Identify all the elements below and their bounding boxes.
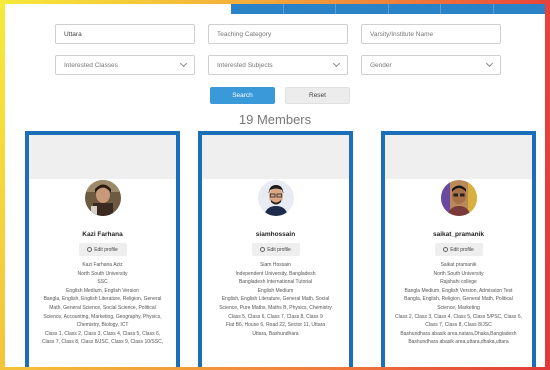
- detail-line: Rajshahi college: [440, 279, 477, 286]
- edit-profile-label: Edit profile: [450, 246, 474, 253]
- nav-item[interactable]: [284, 0, 336, 14]
- interested-subjects-select[interactable]: Interested Subjects: [208, 55, 348, 75]
- detail-line: Bashundhara abasik area,uttara,dhaka,utt…: [408, 339, 509, 346]
- avatar[interactable]: [84, 180, 121, 216]
- gear-icon: [443, 247, 449, 252]
- gear-icon: [260, 247, 266, 252]
- interested-classes-label: Interested Classes: [64, 61, 118, 69]
- detail-line: Class 1, Class 2, Class 3, Class 4, Clas…: [44, 330, 161, 337]
- detail-line: Science, Accounting, Marketing, Geograph…: [43, 313, 162, 320]
- nav-item[interactable]: [441, 0, 494, 14]
- member-card[interactable]: Kazi Farhana Edit profile Kazi Farhana A…: [25, 131, 180, 367]
- nav-item[interactable]: [389, 0, 441, 14]
- member-card[interactable]: saikat_pramanik Edit profile Saikat pram…: [381, 131, 536, 367]
- detail-line: North South University: [433, 270, 484, 277]
- avatar[interactable]: [257, 180, 294, 216]
- teaching-category-input[interactable]: Teaching Category: [208, 24, 348, 44]
- card-cover: [202, 135, 349, 179]
- varsity-institute-input[interactable]: Varsity/Institute Name: [361, 24, 501, 44]
- member-name[interactable]: Kazi Farhana: [29, 231, 176, 238]
- detail-line: Bangla, English, Religion, General Math,…: [404, 296, 513, 303]
- detail-line: Bashundhara abasik area,natara,Dhaka,Ban…: [400, 330, 517, 337]
- detail-line: Science, Marketing: [437, 304, 480, 311]
- detail-line: Math, General Science, Social Science, P…: [49, 304, 156, 311]
- nav-item[interactable]: [336, 0, 389, 14]
- nav-item[interactable]: [231, 0, 284, 14]
- detail-line: Flat B6, House 6, Road 22, Sector 11, Ut…: [225, 322, 326, 329]
- detail-line: Siam Hossain: [260, 262, 291, 268]
- detail-line: Class 2, Class 3, Class 4, Class 5, Clas…: [395, 313, 522, 320]
- detail-line: Class 5, Class 6, Class 7, Class 8, Clas…: [228, 313, 323, 320]
- location-input[interactable]: Uttara: [55, 24, 195, 44]
- varsity-placeholder: Varsity/Institute Name: [370, 30, 434, 38]
- detail-line: Class 7, Class 8, Class 8/JSC: [425, 322, 492, 329]
- edit-profile-button[interactable]: Edit profile: [251, 243, 300, 256]
- member-details: Kazi Farhana Aziz North South University…: [34, 261, 171, 347]
- reset-button[interactable]: Reset: [285, 87, 350, 104]
- interested-subjects-label: Interested Subjects: [217, 61, 273, 69]
- edit-profile-label: Edit profile: [267, 246, 291, 253]
- chevron-down-icon: [179, 59, 188, 68]
- detail-line: English Medium: [257, 287, 294, 294]
- location-input-value: Uttara: [64, 30, 82, 38]
- detail-line: Bangla Medium, English Version, Admissio…: [404, 287, 513, 294]
- detail-line: SSC: [97, 279, 108, 286]
- member-card[interactable]: siamhossain Edit profile Siam Hossain In…: [198, 131, 353, 367]
- detail-line: Kazi Farhana Aziz: [82, 262, 123, 268]
- detail-line: Uttara, Bashundhara: [252, 330, 299, 337]
- card-cover: [29, 135, 176, 179]
- detail-line: Independent University, Bangladesh: [235, 270, 316, 277]
- member-details: Siam Hossain Independent University, Ban…: [207, 261, 344, 338]
- avatar[interactable]: [440, 180, 477, 216]
- interested-classes-select[interactable]: Interested Classes: [55, 55, 195, 75]
- member-name[interactable]: saikat_pramanik: [385, 231, 532, 238]
- gender-select[interactable]: Gender: [361, 55, 501, 75]
- top-navigation-bar[interactable]: [231, 0, 545, 14]
- card-cover: [385, 135, 532, 179]
- edit-profile-label: Edit profile: [94, 246, 118, 253]
- members-count-heading: 19 Members: [238, 112, 312, 127]
- detail-line: Bangla, English, English Literature, Rel…: [43, 296, 162, 303]
- detail-line: Science, Pure Maths, Maths B, Physics, C…: [219, 304, 332, 311]
- detail-line: English, English Literature, General Mat…: [221, 296, 330, 303]
- detail-line: Chemistry, Biology, ICT: [76, 322, 129, 329]
- detail-line: North South University: [77, 270, 128, 277]
- chevron-down-icon: [332, 59, 341, 68]
- chevron-down-icon: [485, 59, 494, 68]
- detail-line: Saikat pramanik: [440, 262, 477, 268]
- gender-label: Gender: [370, 61, 392, 69]
- detail-line: Bangladesh International Tutorial: [238, 279, 313, 286]
- detail-line: English Medium, English Version: [66, 287, 139, 294]
- edit-profile-button[interactable]: Edit profile: [434, 243, 483, 256]
- member-details: Saikat pramanik North South University R…: [390, 261, 527, 347]
- search-button[interactable]: Search: [210, 87, 275, 104]
- detail-line: Class 7, Class 8, Class 8/JSC, Class 9, …: [41, 339, 164, 346]
- member-name[interactable]: siamhossain: [202, 231, 349, 238]
- gear-icon: [87, 247, 93, 252]
- teaching-category-placeholder: Teaching Category: [217, 30, 272, 38]
- nav-item[interactable]: [494, 0, 546, 14]
- edit-profile-button[interactable]: Edit profile: [78, 243, 127, 256]
